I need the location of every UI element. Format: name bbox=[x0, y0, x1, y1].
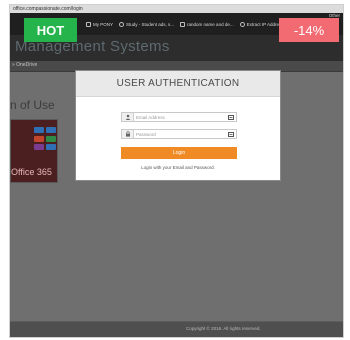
password-input[interactable] bbox=[136, 130, 224, 138]
bookmark-item[interactable]: My PONY bbox=[86, 21, 113, 27]
password-field bbox=[121, 129, 237, 139]
login-button[interactable]: Login bbox=[121, 147, 237, 159]
bookmark-icon bbox=[180, 21, 186, 27]
lock-icon bbox=[122, 130, 134, 138]
copyright-text: Copyright © 2016. All rights reserved. bbox=[186, 326, 261, 331]
id-card-icon bbox=[228, 114, 234, 120]
site-footer: Copyright © 2016. All rights reserved. bbox=[10, 321, 343, 337]
office-apps-icon bbox=[34, 127, 56, 151]
browser-screenshot: office.compassionate.com/login My PONY S… bbox=[9, 4, 344, 338]
address-bar[interactable]: office.compassionate.com/login bbox=[10, 5, 343, 13]
powerpoint-tile-icon bbox=[34, 135, 44, 142]
onedrive-tile-icon bbox=[46, 144, 56, 151]
bookmark-icon bbox=[86, 21, 91, 27]
onenote-tile-icon bbox=[34, 144, 44, 151]
word-tile-icon bbox=[34, 127, 44, 133]
office-365-logo: Office 365 bbox=[10, 119, 58, 183]
user-icon bbox=[122, 113, 134, 121]
bookmark-item[interactable]: Study - Student ads, s... bbox=[119, 21, 174, 27]
modal-title: USER AUTHENTICATION bbox=[116, 78, 240, 89]
globe-icon bbox=[239, 21, 245, 27]
email-input[interactable] bbox=[136, 113, 224, 121]
change-badge: -14% bbox=[279, 18, 339, 42]
office-logo-text: Office 365 bbox=[11, 167, 52, 177]
login-modal: USER AUTHENTICATION Login Login with you… bbox=[75, 70, 281, 181]
globe-icon bbox=[119, 21, 125, 27]
bookmark-item[interactable]: random name and de... bbox=[180, 21, 234, 27]
terms-heading: n of Use bbox=[10, 98, 55, 112]
outlook-tile-icon bbox=[46, 127, 56, 133]
excel-tile-icon bbox=[46, 135, 56, 142]
modal-header: USER AUTHENTICATION bbox=[76, 71, 280, 97]
breadcrumb[interactable]: » OneDrive bbox=[12, 62, 37, 68]
email-field bbox=[121, 112, 237, 122]
login-helper-text: Login with your Email and Password. bbox=[141, 165, 215, 170]
key-icon bbox=[228, 131, 234, 137]
hot-badge: HOT bbox=[24, 18, 77, 42]
